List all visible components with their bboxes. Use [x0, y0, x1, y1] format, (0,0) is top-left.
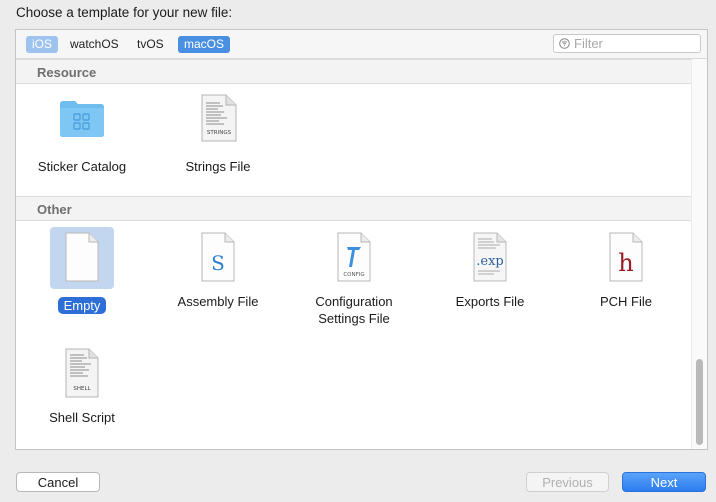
section-header-other: Other	[16, 196, 692, 221]
filter-input[interactable]	[574, 36, 694, 51]
next-button[interactable]: Next	[622, 472, 706, 492]
strings-file-icon: STRINGS	[186, 92, 250, 154]
template-assembly-file[interactable]: S Assembly File	[153, 227, 283, 310]
config-file-icon: CONFIG	[322, 227, 386, 289]
dialog-title: Choose a template for your new file:	[16, 5, 233, 20]
template-label-line1: Configuration	[315, 294, 393, 309]
template-label: Strings File	[185, 159, 251, 174]
cancel-button[interactable]: Cancel	[16, 472, 100, 492]
shell-badge-text: SHELL	[73, 386, 91, 392]
config-badge-text: CONFIG	[343, 272, 364, 278]
shell-script-icon: SHELL	[50, 343, 114, 405]
exports-glyph: .exp	[476, 254, 503, 269]
sticker-catalog-folder-icon	[50, 92, 114, 154]
platform-tab-tvos[interactable]: tvOS	[131, 36, 170, 53]
pch-glyph: h	[618, 249, 633, 277]
platform-tab-ios[interactable]: iOS	[26, 36, 59, 53]
template-shell-script[interactable]: SHELL Shell Script	[17, 343, 147, 426]
template-label: PCH File	[599, 294, 652, 309]
template-label-line2: Settings File	[318, 311, 390, 326]
empty-file-icon	[50, 227, 114, 289]
template-pch-file[interactable]: h PCH File	[561, 227, 691, 310]
platform-toolbar: iOS watchOS tvOS macOS	[16, 30, 707, 59]
platform-tab-watchos[interactable]: watchOS	[64, 36, 125, 53]
vertical-scrollbar[interactable]	[691, 59, 707, 449]
section-header-resource: Resource	[16, 59, 692, 84]
template-panel: iOS watchOS tvOS macOS Resource	[15, 29, 708, 450]
filter-field[interactable]	[553, 34, 701, 53]
filter-icon	[559, 38, 570, 49]
template-label: Sticker Catalog	[37, 159, 127, 174]
previous-button[interactable]: Previous	[526, 472, 609, 492]
template-configuration-settings-file[interactable]: CONFIG Configuration Settings File	[289, 227, 419, 327]
strings-badge-text: STRINGS	[207, 130, 232, 136]
template-label-selected: Empty	[57, 297, 107, 314]
platform-tab-macos[interactable]: macOS	[178, 36, 231, 53]
assembly-glyph: S	[211, 251, 225, 275]
template-label: Assembly File	[177, 294, 259, 309]
exports-file-icon: .exp	[458, 227, 522, 289]
scrollbar-thumb[interactable]	[696, 359, 703, 445]
template-exports-file[interactable]: .exp Exports File	[425, 227, 555, 310]
template-label: Exports File	[455, 294, 525, 309]
assembly-file-icon: S	[186, 227, 250, 289]
template-sticker-catalog[interactable]: Sticker Catalog	[17, 92, 147, 175]
template-strings-file[interactable]: STRINGS Strings File	[153, 92, 283, 175]
template-empty[interactable]: Empty	[17, 227, 147, 314]
pch-file-icon: h	[594, 227, 658, 289]
template-label: Shell Script	[49, 410, 115, 425]
